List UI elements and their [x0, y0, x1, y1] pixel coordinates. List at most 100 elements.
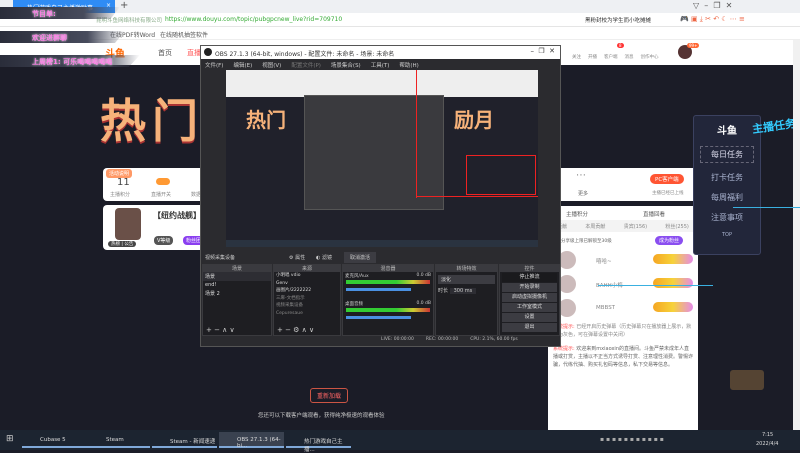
fan-row[interactable]: 嘻哈~ — [548, 249, 698, 273]
more-icon[interactable]: ⋯ — [576, 170, 586, 181]
mixer-db: 0.0 dB — [416, 301, 431, 306]
live-toggle[interactable] — [156, 178, 170, 185]
source-item[interactable]: 小明唱 vdio — [276, 272, 338, 280]
nav-home[interactable]: 首页 — [158, 48, 172, 58]
filters-button[interactable]: ◐ 滤镜 — [316, 254, 332, 261]
start-recording-button[interactable]: 开始录制 — [502, 283, 557, 292]
menu-scene-collection[interactable]: 场景集合(S) — [331, 63, 361, 69]
source-item[interactable]: Cepuresaue — [276, 310, 338, 318]
dock-title: 场景 — [203, 265, 271, 272]
broadcast-link[interactable]: 开播 — [588, 54, 597, 60]
reload-button[interactable]: 重新加载 — [310, 388, 349, 403]
more-label[interactable]: 更多 — [578, 190, 588, 197]
settings-button[interactable]: 设置 — [502, 313, 557, 322]
taskbar-item[interactable]: 热门游戏自己主播... — [286, 432, 351, 453]
nested-browser — [226, 70, 538, 97]
points-label: 主播积分 — [110, 192, 131, 198]
taskbar-item[interactable]: OBS 27.1.3 (64-bi... — [219, 432, 284, 449]
source-controls[interactable]: + − ⚙ ∧ ∨ — [277, 326, 314, 334]
taskbar-item[interactable]: Cubase 5 — [22, 432, 97, 448]
client-link[interactable]: 客户端 — [604, 54, 618, 60]
transition-select[interactable]: 淡化 — [438, 275, 495, 284]
msg-count-badge: 8 — [617, 43, 624, 48]
sources-dock: 来源 小明唱 vdio Genv 画图片/2222222 三麻-文档指示 视频采… — [273, 264, 341, 336]
controls-dock: 控件 停止推流 开始录制 启动虚拟摄像机 工作室模式 设置 退出 — [499, 264, 560, 336]
nested-banner: 热门 — [246, 108, 286, 132]
menu-file[interactable]: 文件(F) — [205, 63, 223, 69]
search-box[interactable]: 黑粉封校为学生而小吃摊摊 — [585, 16, 651, 24]
follow-link[interactable]: 关注 — [572, 54, 581, 60]
overlay-banner: 节目单: — [0, 7, 120, 19]
level-tag: V等级 — [154, 236, 174, 245]
task-menu: 斗鱼 每日任务 打卡任务 每周福利 注意事项 TOP — [693, 115, 761, 255]
duration-input[interactable]: 300 ms — [449, 288, 477, 294]
fan-row[interactable]: MBBST — [548, 297, 698, 321]
browser-tab-bar: 热门游戏自己主播激励事× + ▽ – ❐ ✕ — [0, 0, 800, 13]
tab-weekly[interactable]: 本周贡献 — [585, 223, 605, 232]
tab-vip[interactable]: 贵宾(156) — [624, 223, 647, 232]
window-controls[interactable]: ▽ – ❐ ✕ — [693, 1, 732, 10]
streamer-avatar[interactable] — [115, 208, 141, 240]
points-value: 11 — [117, 177, 130, 188]
avatar-badge: 99+ — [687, 43, 700, 48]
scene-item[interactable]: 场景 — [203, 272, 271, 281]
cpu-fps: CPU: 2.1%, 60.00 fps — [470, 337, 518, 342]
replay-link[interactable]: 直播回看 — [643, 210, 665, 218]
points-link[interactable]: 主播积分 — [566, 210, 588, 218]
source-item[interactable]: 视频采集设备 — [276, 302, 338, 310]
notes[interactable]: 注意事项 — [694, 212, 760, 223]
live-timer: LIVE: 00:00:00 — [381, 337, 414, 342]
source-item[interactable]: 画图片/2222222 — [276, 287, 338, 295]
taskbar-item[interactable]: Steam — [88, 432, 150, 448]
obs-preview[interactable]: 热门 励月 — [226, 70, 538, 247]
weekly-welfare[interactable]: 每周福利 — [694, 192, 760, 203]
daily-task[interactable]: 每日任务 — [700, 146, 754, 163]
menu-profile[interactable]: 配置文件(P) — [291, 63, 321, 69]
overlay-banner: 欢迎进群聊 — [0, 31, 125, 43]
pc-client-button[interactable]: PC客户端 — [650, 174, 684, 184]
window-controls[interactable]: – ❐ ✕ — [530, 47, 555, 55]
nav-live[interactable]: 直播 — [187, 48, 201, 58]
menu-tools[interactable]: 工具(T) — [371, 63, 390, 69]
stop-streaming-button[interactable]: 停止推流 — [502, 273, 557, 282]
taskbar-item[interactable]: Steam - 新闻速递 — [152, 432, 217, 448]
checkin-task[interactable]: 打卡任务 — [694, 172, 760, 183]
virtual-camera-button[interactable]: 启动虚拟摄像机 — [502, 293, 557, 302]
new-tab-icon[interactable]: + — [120, 0, 128, 11]
dock-title: 混音器 — [343, 265, 433, 272]
back-to-top[interactable]: TOP — [694, 232, 760, 238]
properties-button[interactable]: ⚙ 属性 — [289, 254, 305, 261]
scene-controls[interactable]: + − ∧ ∨ — [206, 326, 235, 334]
menu-view[interactable]: 视图(V) — [262, 63, 281, 69]
nested-banner: 励月 — [454, 108, 494, 132]
bookmark[interactable]: 在线随机抽签软件 — [160, 30, 208, 39]
source-bounding-box[interactable] — [466, 155, 536, 195]
annotation-line — [733, 207, 800, 208]
url-text[interactable]: https://www.douyu.com/topic/pubgpcnew_li… — [165, 16, 342, 23]
join-fans-button[interactable]: 成为粉丝 — [655, 236, 684, 245]
address-bar[interactable]: 昆明斗鱼网络科技有限公司 https://www.douyu.com/topic… — [0, 13, 800, 27]
creator-center-link[interactable]: 创作中心 — [641, 54, 659, 60]
deactivate-button[interactable]: 取消激活 — [344, 252, 377, 263]
start-icon[interactable]: ⊞ — [6, 434, 14, 444]
source-toolbar: 视频采集设备 ⚙ 属性 ◐ 滤镜 取消激活 — [201, 252, 560, 263]
studio-mode-button[interactable]: 工作室模式 — [502, 303, 557, 312]
exit-button[interactable]: 退出 — [502, 323, 557, 332]
menu-help[interactable]: 帮助(H) — [399, 63, 418, 69]
toolbar-icons[interactable]: 🎮 ▣ ⤓ ✂ ↶ ☾ ⋯ ≡ — [680, 15, 745, 24]
source-item[interactable]: 三麻-文档指示 — [276, 295, 338, 303]
tab-fans[interactable]: 粉丝(255) — [665, 223, 688, 232]
page-scrollbar[interactable] — [793, 40, 800, 430]
scene-item[interactable]: end! — [203, 281, 271, 289]
menu-edit[interactable]: 编辑(E) — [233, 63, 252, 69]
dock-title: 转场特效 — [436, 265, 497, 272]
mixer-channel-name: 桌面音频 — [345, 302, 363, 307]
scene-item[interactable]: 场景 2 — [203, 289, 271, 298]
system-tray[interactable]: ▪ ▪ ▪ ▪ ▪ ▪ ▪ ▪ ▪ ▪ ▪ — [600, 436, 664, 443]
messages-link[interactable]: 消息 — [625, 54, 634, 60]
dock-title: 来源 — [274, 265, 340, 272]
volume-slider[interactable] — [346, 316, 411, 319]
toggle-label: 直播开关 — [151, 192, 172, 198]
streamer-name-tag: 热榜 | 公告 — [108, 241, 137, 247]
source-item[interactable]: Genv — [276, 280, 338, 288]
